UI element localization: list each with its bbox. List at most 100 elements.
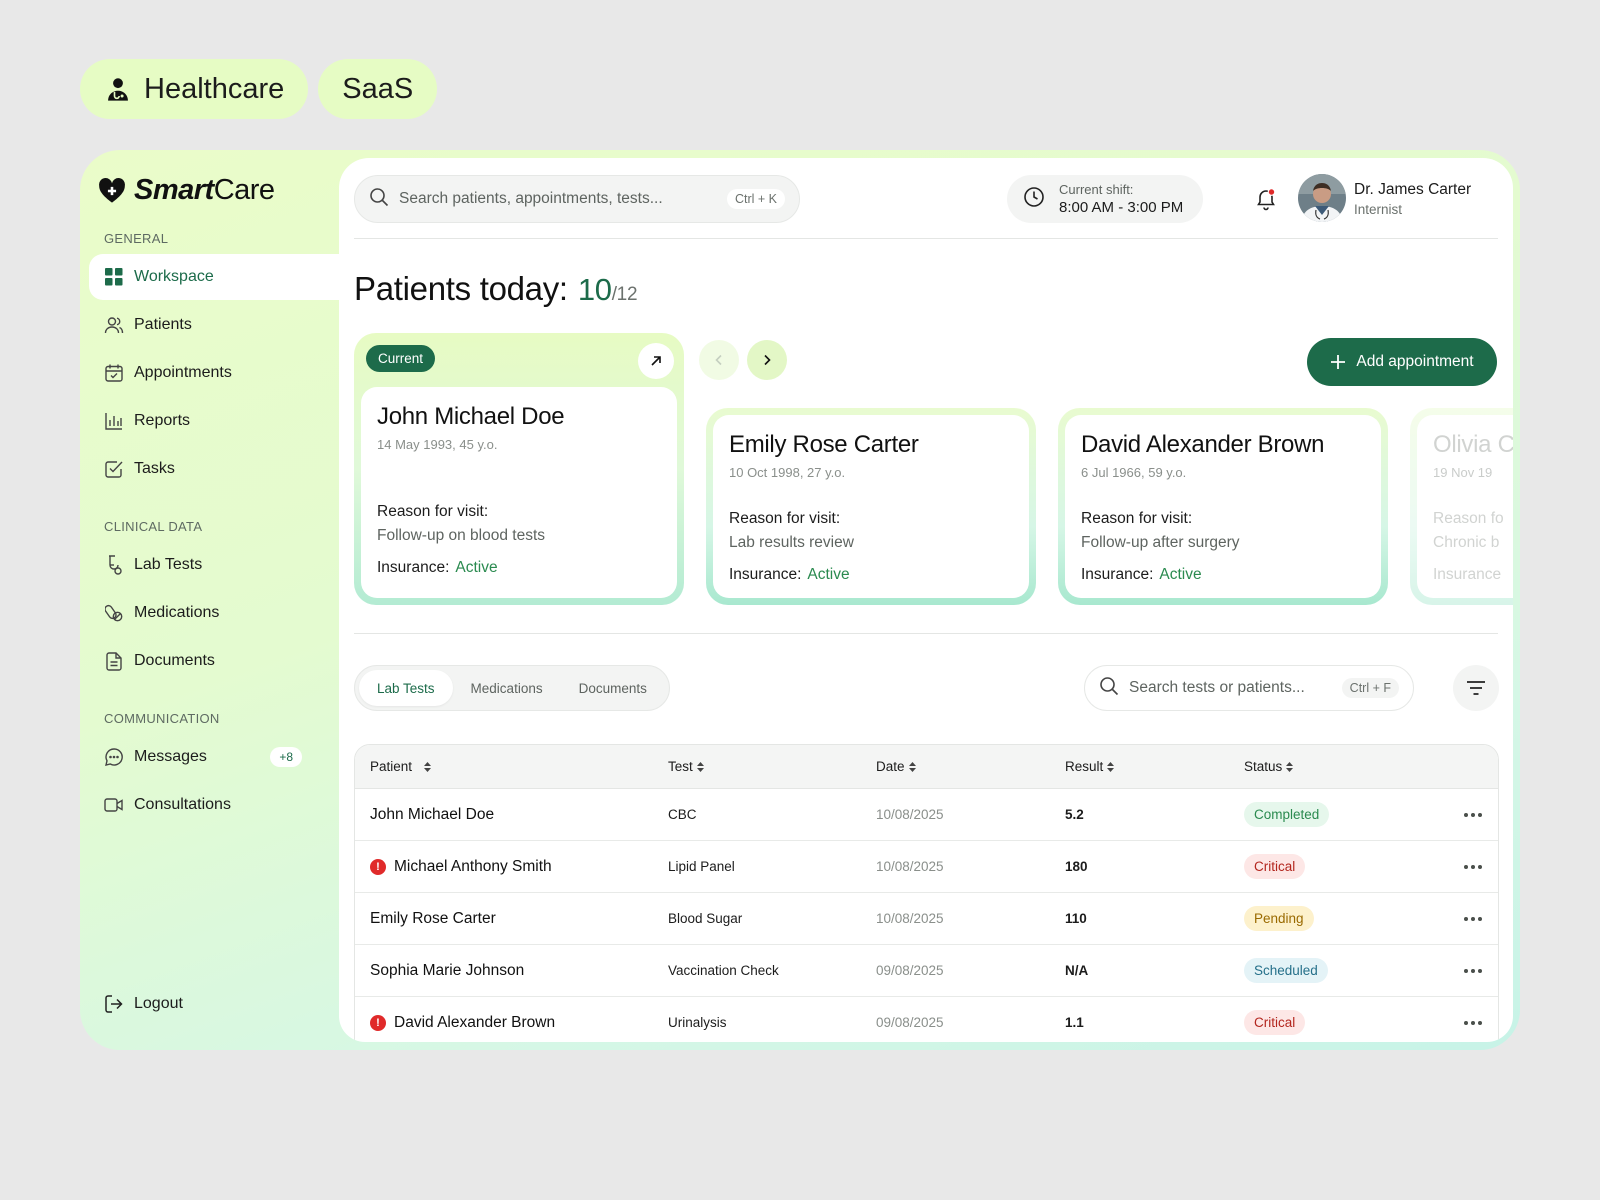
cell-date: 10/08/2025 bbox=[876, 859, 944, 874]
more-icon[interactable] bbox=[1464, 864, 1482, 869]
sidebar-item-messages[interactable]: Messages +8 bbox=[89, 734, 334, 780]
patient-card[interactable]: Olivia C 19 Nov 19 Reason fo Chronic b I… bbox=[1410, 408, 1513, 605]
chevron-left-icon bbox=[715, 354, 722, 366]
logout-icon bbox=[104, 994, 124, 1014]
search-placeholder: Search patients, appointments, tests... bbox=[399, 190, 663, 207]
cell-actions bbox=[1444, 812, 1498, 817]
section-general: GENERAL bbox=[104, 231, 169, 246]
tab-lab-tests[interactable]: Lab Tests bbox=[359, 670, 453, 706]
sidebar-item-medications[interactable]: Medications bbox=[89, 590, 334, 636]
sort-icon bbox=[1107, 762, 1115, 773]
patients-count: 10 bbox=[577, 272, 612, 307]
table-row[interactable]: ! David Alexander Brown Urinalysis 09/08/20… bbox=[355, 997, 1498, 1042]
divider bbox=[354, 633, 1498, 634]
table-search-placeholder: Search tests or patients... bbox=[1129, 679, 1305, 696]
status-badge: Pending bbox=[1244, 906, 1314, 931]
sidebar-item-appointments[interactable]: Appointments bbox=[89, 350, 334, 396]
current-badge: Current bbox=[366, 345, 436, 372]
cell-result: 1.1 bbox=[1065, 1015, 1084, 1030]
sidebar-item-lab-tests[interactable]: Lab Tests bbox=[89, 542, 334, 588]
patient-card[interactable]: David Alexander Brown 6 Jul 1966, 59 y.o… bbox=[1058, 408, 1388, 605]
patient-card-current[interactable]: Current John Michael Doe 14 May 1993, 45… bbox=[354, 333, 684, 605]
patient-card[interactable]: Emily Rose Carter 10 Oct 1998, 27 y.o. R… bbox=[706, 408, 1036, 605]
more-icon[interactable] bbox=[1464, 812, 1482, 817]
col-label: Date bbox=[876, 759, 905, 774]
tab-medications[interactable]: Medications bbox=[453, 670, 561, 706]
table-row[interactable]: Sophia Marie Johnson Vaccination Check 09/… bbox=[355, 945, 1498, 997]
cell-actions bbox=[1444, 916, 1498, 921]
bell-icon[interactable] bbox=[1254, 187, 1278, 211]
sidebar-item-label: Patients bbox=[134, 316, 192, 333]
alert-icon: ! bbox=[370, 858, 386, 875]
heart-logo-icon bbox=[99, 177, 125, 203]
col-label: Result bbox=[1065, 759, 1104, 774]
cell-test: Blood Sugar bbox=[668, 911, 743, 926]
sidebar-item-label: Documents bbox=[134, 652, 215, 669]
more-icon[interactable] bbox=[1464, 968, 1482, 973]
carousel-next-button[interactable] bbox=[747, 340, 787, 380]
patient-card-body: Olivia C 19 Nov 19 Reason fo Chronic b I… bbox=[1417, 415, 1513, 598]
cell-actions bbox=[1444, 1020, 1498, 1025]
col-patient[interactable]: Patient bbox=[355, 759, 668, 774]
search-shortcut: Ctrl + K bbox=[726, 189, 785, 209]
checkbox-icon bbox=[104, 459, 124, 479]
document-icon bbox=[104, 651, 124, 671]
col-status[interactable]: Status bbox=[1244, 759, 1444, 774]
sidebar-item-tasks[interactable]: Tasks bbox=[89, 446, 334, 492]
shift-value: 8:00 AM - 3:00 PM bbox=[1059, 199, 1184, 216]
sidebar-item-reports[interactable]: Reports bbox=[89, 398, 334, 444]
open-arrow-icon[interactable] bbox=[638, 343, 674, 379]
patient-name: David Alexander Brown bbox=[394, 1013, 556, 1031]
logout-button[interactable]: Logout bbox=[89, 981, 334, 1027]
col-label: Patient bbox=[370, 759, 413, 774]
app-logo[interactable]: SmartCare bbox=[98, 174, 275, 207]
patient-dob: 6 Jul 1966, 59 y.o. bbox=[1081, 465, 1187, 480]
global-search-input[interactable]: Search patients, appointments, tests... … bbox=[354, 175, 800, 223]
table-row[interactable]: ! Michael Anthony Smith Lipid Panel 10/08/2… bbox=[355, 841, 1498, 893]
carousel-prev-button[interactable] bbox=[699, 340, 739, 380]
section-clinical-data: CLINICAL DATA bbox=[104, 519, 203, 534]
cell-status: Pending bbox=[1244, 906, 1444, 931]
lab-tests-table: Patient Test Date Result Status John Mic… bbox=[354, 744, 1499, 1042]
more-icon[interactable] bbox=[1464, 1020, 1482, 1025]
patient-name: Emily Rose Carter bbox=[729, 431, 919, 458]
patient-name: David Alexander Brown bbox=[1081, 431, 1325, 458]
tab-documents[interactable]: Documents bbox=[561, 670, 665, 706]
tag-healthcare: Healthcare bbox=[80, 59, 309, 119]
col-date[interactable]: Date bbox=[876, 759, 1065, 774]
col-label: Test bbox=[668, 759, 693, 774]
table-row[interactable]: Emily Rose Carter Blood Sugar 10/08/2025 11… bbox=[355, 893, 1498, 945]
cell-test: Vaccination Check bbox=[668, 963, 779, 978]
table-search-input[interactable]: Search tests or patients... Ctrl + F bbox=[1084, 665, 1414, 711]
sidebar-item-documents[interactable]: Documents bbox=[89, 638, 334, 684]
tag-label: Healthcare bbox=[144, 72, 285, 105]
doctor-role: Internist bbox=[1354, 202, 1403, 217]
cell-status: Critical bbox=[1244, 854, 1444, 879]
col-result[interactable]: Result bbox=[1065, 759, 1244, 774]
more-icon[interactable] bbox=[1464, 916, 1482, 921]
avatar[interactable] bbox=[1298, 174, 1346, 222]
sidebar-item-label: Tasks bbox=[134, 460, 175, 477]
patient-name: John Michael Doe bbox=[377, 403, 565, 430]
sort-icon bbox=[424, 761, 432, 772]
patient-dob: 19 Nov 19 bbox=[1433, 465, 1493, 480]
app-window: SmartCare GENERAL Workspace Patients App… bbox=[80, 150, 1520, 1050]
sidebar-item-workspace[interactable]: Workspace bbox=[89, 254, 344, 300]
cell-patient: John Michael Doe bbox=[355, 806, 668, 824]
status-badge: Completed bbox=[1244, 802, 1330, 827]
patients-total: /12 bbox=[611, 284, 638, 305]
patient-card-body: Emily Rose Carter 10 Oct 1998, 27 y.o. R… bbox=[713, 415, 1029, 598]
table-row[interactable]: John Michael Doe CBC 10/08/2025 5.2 Complete… bbox=[355, 789, 1498, 841]
patient-name: Sophia Marie Johnson bbox=[370, 961, 525, 979]
reason-value: Chronic b bbox=[1433, 534, 1500, 551]
sidebar-item-consultations[interactable]: Consultations bbox=[89, 782, 334, 828]
divider bbox=[354, 238, 1498, 239]
col-test[interactable]: Test bbox=[668, 759, 876, 774]
patient-name: John Michael Doe bbox=[370, 805, 495, 823]
add-appointment-button[interactable]: Add appointment bbox=[1307, 338, 1497, 386]
insurance-row: Insurance: Active bbox=[729, 566, 850, 584]
filter-button[interactable] bbox=[1453, 665, 1499, 711]
data-tabs: Lab Tests Medications Documents bbox=[354, 665, 670, 711]
filter-icon bbox=[1467, 681, 1485, 695]
sidebar-item-patients[interactable]: Patients bbox=[89, 302, 334, 348]
